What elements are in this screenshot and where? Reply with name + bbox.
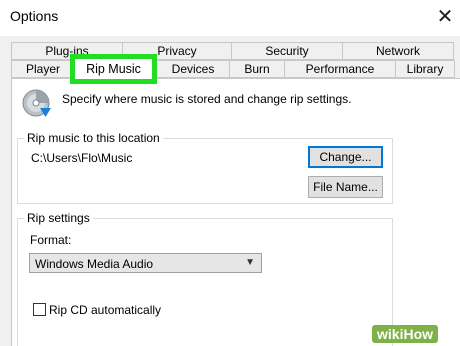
cd-icon	[22, 89, 51, 117]
button-label: Change...	[319, 150, 372, 164]
format-select[interactable]: Windows Media Audio ▼	[29, 253, 262, 273]
tab-player[interactable]: Player	[11, 60, 75, 78]
file-name-button[interactable]: File Name...	[308, 176, 383, 198]
window-title: Options	[10, 8, 59, 24]
tab-burn[interactable]: Burn	[229, 60, 285, 78]
tab-security[interactable]: Security	[231, 42, 343, 60]
tab-label: Privacy	[157, 44, 197, 58]
watermark: wikiHow	[372, 325, 439, 343]
format-label: Format:	[30, 233, 72, 247]
tab-rip-music[interactable]: Rip Music	[70, 54, 157, 84]
group-label: Rip music to this location	[24, 131, 163, 145]
tab-performance[interactable]: Performance	[284, 60, 396, 78]
tab-network[interactable]: Network	[342, 42, 454, 60]
tab-library[interactable]: Library	[395, 60, 455, 78]
description-text: Specify where music is stored and change…	[62, 92, 352, 106]
tab-devices[interactable]: Devices	[156, 60, 230, 78]
tab-label: Player	[25, 62, 60, 76]
tab-label: Network	[375, 44, 420, 58]
tab-label: Library	[406, 62, 444, 76]
rip-cd-label[interactable]: Rip CD automatically	[49, 303, 161, 317]
group-label: Rip settings	[24, 211, 93, 225]
rip-settings-group	[17, 218, 393, 346]
format-value: Windows Media Audio	[35, 257, 154, 271]
tab-label: Burn	[244, 62, 270, 76]
chevron-down-icon: ▼	[245, 257, 255, 268]
rip-cd-checkbox[interactable]	[33, 303, 46, 316]
tab-label: Rip Music	[86, 62, 141, 76]
close-icon[interactable]: ✕	[432, 3, 458, 31]
title-bar: Options ✕	[0, 0, 460, 36]
rip-location-path: C:\Users\Flo\Music	[31, 151, 133, 165]
tab-label: Security	[265, 44, 309, 58]
tab-label: Devices	[171, 62, 215, 76]
tab-label: Performance	[305, 62, 375, 76]
change-button[interactable]: Change...	[308, 146, 383, 168]
button-label: File Name...	[313, 180, 378, 194]
